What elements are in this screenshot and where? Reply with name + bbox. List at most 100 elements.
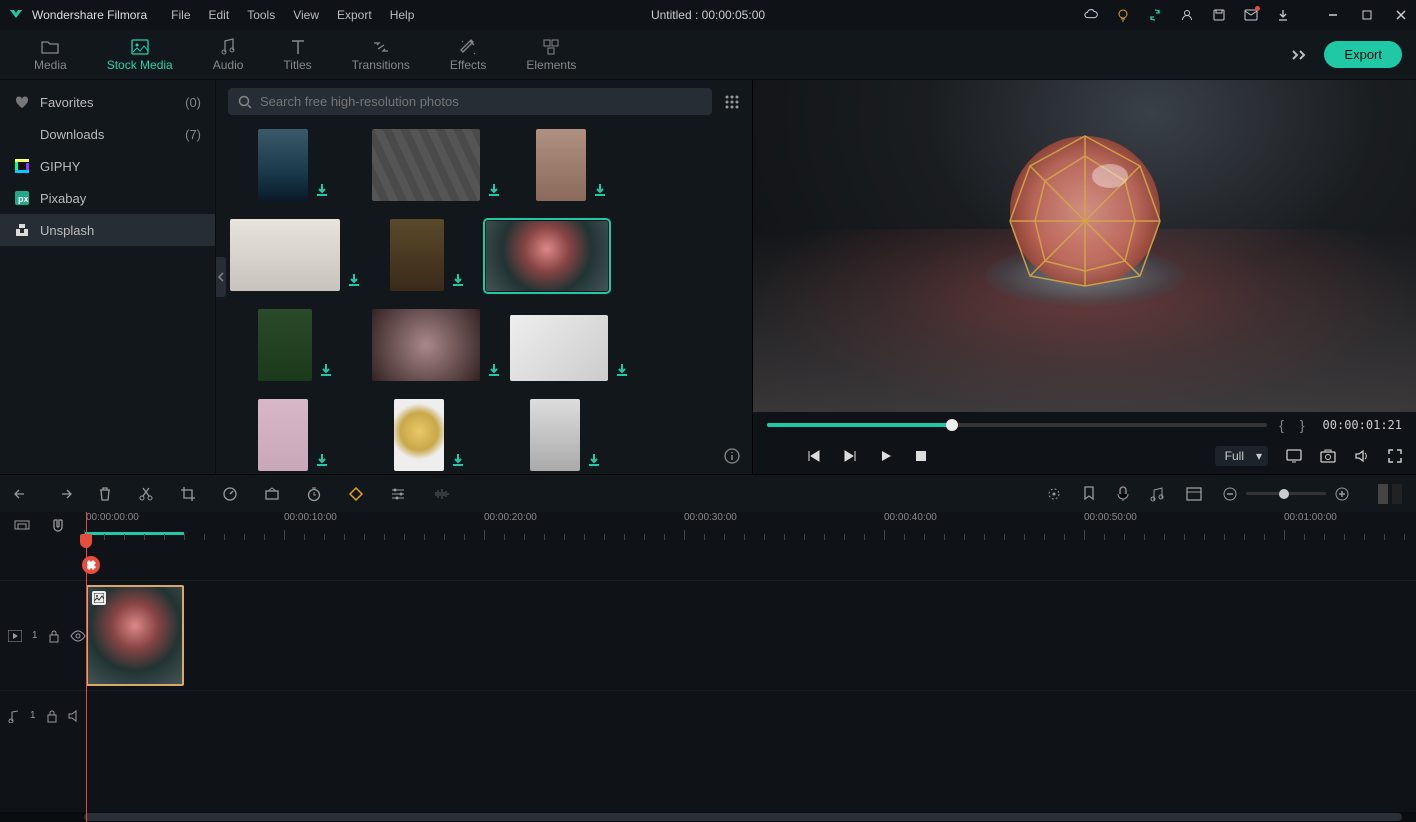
timeline-ruler[interactable]: 00:00:00:00 00:00:10:00 00:00:20:00 00:0… (84, 512, 1416, 540)
scrub-handle[interactable] (946, 419, 958, 431)
media-thumb-selected[interactable] (486, 221, 608, 291)
audio-wave-button[interactable] (432, 487, 450, 501)
tab-elements[interactable]: Elements (506, 34, 596, 76)
tab-transitions[interactable]: Transitions (332, 34, 430, 76)
media-thumb[interactable] (394, 399, 444, 471)
keyframe-button[interactable] (348, 486, 364, 502)
minimize-button[interactable] (1326, 8, 1340, 22)
menu-edit[interactable]: Edit (209, 8, 230, 22)
download-icon[interactable] (452, 453, 464, 467)
export-button[interactable]: Export (1324, 41, 1402, 68)
sync-icon[interactable] (1148, 8, 1162, 22)
next-frame-button[interactable] (843, 449, 857, 463)
download-icon[interactable] (594, 183, 606, 197)
media-thumb[interactable] (510, 315, 608, 381)
scrub-track[interactable] (767, 423, 1267, 427)
timeline-view-tabs[interactable] (1378, 484, 1402, 504)
timeline-marker[interactable] (82, 556, 100, 574)
selection-range[interactable] (84, 532, 184, 535)
detach-button[interactable] (1186, 487, 1202, 501)
download-icon[interactable] (348, 273, 360, 287)
media-thumb[interactable] (258, 309, 312, 381)
user-icon[interactable] (1180, 8, 1194, 22)
zoom-handle[interactable] (1279, 489, 1289, 499)
lightbulb-icon[interactable] (1116, 8, 1130, 22)
media-thumb[interactable] (230, 219, 340, 291)
redo-button[interactable] (56, 487, 72, 501)
download-icon[interactable] (1276, 8, 1290, 22)
playhead[interactable] (86, 512, 87, 822)
download-icon[interactable] (488, 363, 500, 377)
menu-view[interactable]: View (293, 8, 319, 22)
tab-effects[interactable]: Effects (430, 34, 506, 76)
media-thumb[interactable] (372, 309, 480, 381)
save-icon[interactable] (1212, 8, 1226, 22)
media-thumb[interactable] (390, 219, 444, 291)
scrollbar-thumb[interactable] (84, 813, 1402, 821)
download-icon[interactable] (616, 363, 628, 377)
record-voice-button[interactable] (1116, 486, 1130, 502)
volume-icon[interactable] (1354, 449, 1370, 463)
duration-button[interactable] (306, 486, 322, 502)
media-thumb[interactable] (258, 129, 308, 201)
menu-file[interactable]: File (171, 8, 190, 22)
snapshot-icon[interactable] (1320, 449, 1336, 463)
marker-button[interactable] (1082, 486, 1096, 502)
magnet-icon[interactable] (50, 518, 66, 534)
sidebar-item-unsplash[interactable]: Unsplash (0, 214, 215, 246)
download-icon[interactable] (316, 453, 328, 467)
tab-stock-media[interactable]: Stock Media (87, 34, 193, 76)
sidebar-item-giphy[interactable]: GIPHY (0, 150, 215, 182)
tab-titles[interactable]: Titles (263, 34, 331, 76)
undo-button[interactable] (14, 487, 30, 501)
zoom-out-button[interactable] (1222, 486, 1238, 502)
download-icon[interactable] (320, 363, 332, 377)
menu-export[interactable]: Export (337, 8, 372, 22)
mute-icon[interactable] (68, 710, 82, 722)
maximize-button[interactable] (1360, 8, 1374, 22)
audio-track-body[interactable] (84, 691, 1416, 740)
mail-icon[interactable] (1244, 8, 1258, 22)
menu-help[interactable]: Help (390, 8, 415, 22)
display-icon[interactable] (1286, 449, 1302, 463)
media-thumb[interactable] (530, 399, 580, 471)
fullscreen-icon[interactable] (1388, 449, 1402, 463)
video-track-body[interactable] (84, 581, 1416, 690)
tab-audio[interactable]: Audio (193, 34, 264, 76)
split-button[interactable] (138, 486, 154, 502)
sidebar-item-favorites[interactable]: Favorites(0) (0, 86, 215, 118)
menu-tools[interactable]: Tools (247, 8, 275, 22)
preview-viewport[interactable] (753, 80, 1416, 412)
zoom-track[interactable] (1246, 492, 1326, 495)
zoom-in-button[interactable] (1334, 486, 1350, 502)
lock-icon[interactable] (48, 629, 60, 643)
timeline-scale-icon[interactable] (14, 518, 30, 534)
media-thumb[interactable] (372, 129, 480, 201)
prev-frame-button[interactable] (807, 449, 821, 463)
info-icon[interactable] (724, 448, 740, 464)
sidebar-item-pixabay[interactable]: px Pixabay (0, 182, 215, 214)
play-button[interactable] (879, 449, 893, 463)
media-thumb[interactable] (536, 129, 586, 201)
grid-view-icon[interactable] (724, 94, 740, 110)
color-button[interactable] (264, 486, 280, 502)
search-box[interactable] (228, 88, 712, 115)
stop-button[interactable] (915, 450, 927, 462)
download-icon[interactable] (316, 183, 328, 197)
render-button[interactable] (1046, 486, 1062, 502)
quality-select[interactable]: Full ▾ (1215, 446, 1268, 466)
expand-tabs-icon[interactable] (1290, 48, 1308, 62)
sidebar-item-downloads[interactable]: Downloads(7) (0, 118, 215, 150)
cloud-icon[interactable] (1084, 8, 1098, 22)
adjust-button[interactable] (390, 487, 406, 501)
download-icon[interactable] (488, 183, 500, 197)
delete-button[interactable] (98, 486, 112, 502)
search-input[interactable] (260, 94, 702, 109)
download-icon[interactable] (588, 453, 600, 467)
lock-icon[interactable] (46, 709, 58, 723)
media-thumb[interactable] (258, 399, 308, 471)
tab-media[interactable]: Media (14, 34, 87, 76)
speed-button[interactable] (222, 486, 238, 502)
timeline-scrollbar[interactable] (0, 812, 1416, 822)
in-out-brackets[interactable]: { } (1279, 417, 1310, 433)
